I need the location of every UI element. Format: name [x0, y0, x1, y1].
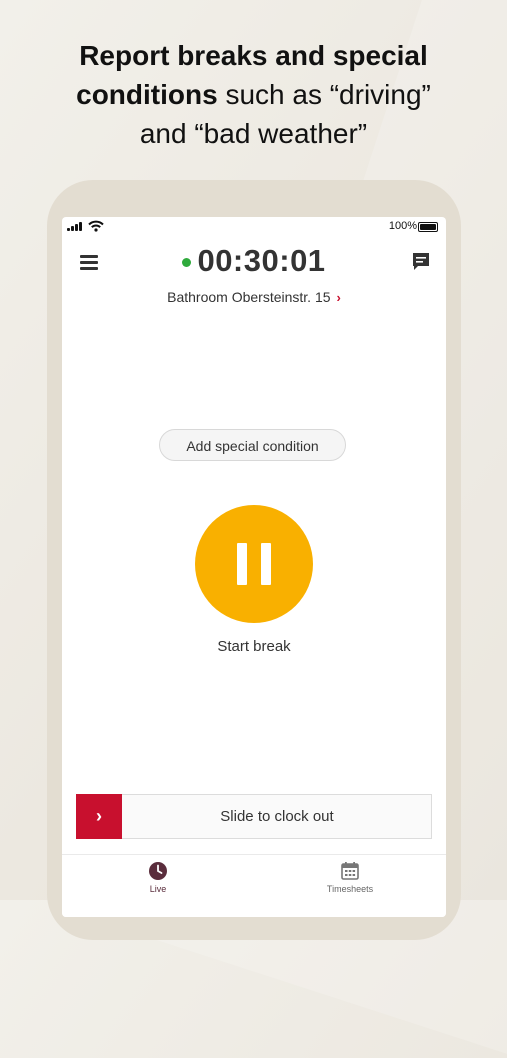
app-screen: 100% 00:30:01 Bathroom Obersteinstr. 15 ›… [62, 217, 446, 917]
work-timer: 00:30:01 [197, 243, 326, 278]
calendar-icon [341, 862, 359, 880]
tab-live-label: Live [149, 884, 167, 894]
timer-row: 00:30:01 [62, 243, 446, 279]
add-special-condition-button[interactable]: Add special condition [159, 429, 346, 461]
location-link[interactable]: Bathroom Obersteinstr. 15 › [62, 289, 446, 305]
slider-handle[interactable]: › [76, 794, 122, 839]
battery-percent: 100% [388, 220, 417, 232]
clock-icon [149, 862, 167, 880]
tab-bar: Live Timesheets [62, 854, 446, 917]
chevron-right-icon: › [336, 290, 341, 305]
battery-icon [418, 222, 438, 232]
slider-label: Slide to clock out [220, 808, 334, 825]
status-dot [182, 258, 192, 268]
headline-line-1: Report breaks and special [79, 40, 428, 71]
status-bar: 100% [62, 217, 446, 235]
tab-live[interactable]: Live [128, 855, 188, 894]
tab-timesheets[interactable]: Timesheets [315, 855, 385, 894]
start-break-button[interactable] [195, 505, 313, 623]
pause-icon [237, 543, 247, 585]
signal-icon [67, 222, 85, 231]
headline-line-2-rest: such as “driving” [217, 79, 431, 110]
tab-timesheets-label: Timesheets [326, 884, 374, 894]
clock-out-slider[interactable]: › Slide to clock out [76, 794, 432, 839]
wifi-icon [88, 220, 104, 232]
location-name: Bathroom Obersteinstr. 15 [167, 289, 331, 305]
promo-headline: Report breaks and special conditions suc… [0, 36, 507, 153]
headline-line-3: and “bad weather” [139, 118, 368, 149]
message-icon[interactable] [412, 252, 430, 272]
headline-line-2-bold: conditions [76, 79, 218, 110]
start-break-label: Start break [217, 638, 291, 655]
